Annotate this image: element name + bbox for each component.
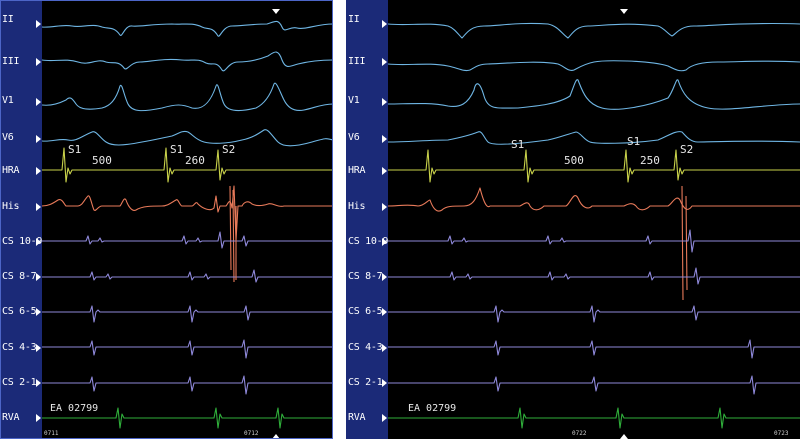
lead-label: HRA (348, 165, 366, 176)
lead-iii-trace (42, 51, 333, 72)
channel-arrow-icon[interactable] (382, 20, 387, 28)
channel-arrow-icon[interactable] (382, 414, 387, 422)
stim-label: S2 (680, 143, 694, 156)
right-tracing-panel[interactable]: II III V1 V6 HRA His CS 10-9 CS 8-7 CS 6… (346, 0, 800, 439)
channel-arrow-icon[interactable] (36, 238, 41, 246)
channel-arrow-icon[interactable] (36, 58, 41, 66)
lead-ii-trace (388, 22, 800, 39)
channel-arrow-icon[interactable] (36, 344, 41, 352)
lead-his-trace (42, 185, 333, 241)
channel-arrow-icon[interactable] (382, 58, 387, 66)
stim-label: S1 (511, 138, 525, 151)
lead-label: CS 4-3 (348, 342, 383, 353)
lead-cs109-trace (42, 231, 333, 249)
lead-label: RVA (2, 412, 20, 423)
lead-v1-trace (388, 79, 800, 110)
lead-label: CS 4-3 (2, 342, 37, 353)
channel-arrow-icon[interactable] (382, 308, 387, 316)
coupling-interval-label: 260 (185, 154, 205, 167)
stim-label: S1 (627, 135, 641, 148)
stim-label: S1 (68, 143, 82, 156)
left-tracing-panel[interactable]: II III V1 V6 HRA His CS 10-9 CS 8-7 CS 6… (0, 0, 333, 439)
lead-iii-trace (388, 60, 800, 72)
time-tick: 0723 (774, 430, 789, 437)
lead-label: CS 2-1 (2, 377, 37, 388)
lead-ii-trace (42, 20, 333, 37)
time-cursor-icon[interactable] (272, 434, 280, 439)
coupling-interval-label: 250 (640, 154, 660, 167)
channel-arrow-icon[interactable] (382, 135, 387, 143)
stim-label: S2 (222, 143, 236, 156)
lead-label-sidebar: II III V1 V6 HRA His CS 10-9 CS 8-7 CS 6… (0, 0, 42, 439)
lead-cs21-trace (42, 375, 333, 395)
lead-label: RVA (348, 412, 366, 423)
time-tick: 0711 (44, 430, 59, 437)
lead-cs109-trace (388, 229, 800, 253)
time-cursor-icon[interactable] (620, 9, 628, 14)
lead-label: V1 (2, 95, 14, 106)
lead-his-trace (388, 187, 800, 212)
ea-counter: EA 02799 (408, 403, 457, 414)
lead-label: CS 2-1 (348, 377, 383, 388)
lead-label: V6 (2, 132, 14, 143)
lead-cs65-trace (388, 305, 800, 323)
lead-label: II (2, 14, 14, 25)
channel-arrow-icon[interactable] (36, 20, 41, 28)
time-tick: 0712 (244, 430, 259, 437)
channel-arrow-icon[interactable] (382, 238, 387, 246)
channel-arrow-icon[interactable] (382, 379, 387, 387)
lead-v1-trace (42, 82, 333, 112)
lead-his-spike (681, 185, 688, 301)
channel-arrow-icon[interactable] (382, 203, 387, 211)
lead-label: CS 6-5 (348, 306, 383, 317)
lead-label: HRA (2, 165, 20, 176)
lead-cs21-trace (388, 375, 800, 395)
lead-label: His (2, 201, 20, 212)
channel-arrow-icon[interactable] (382, 98, 387, 106)
lead-label: V6 (348, 132, 360, 143)
lead-label: III (2, 56, 20, 67)
lead-cs87-trace (388, 267, 800, 285)
time-cursor-icon[interactable] (272, 9, 280, 14)
channel-arrow-icon[interactable] (36, 135, 41, 143)
channel-arrow-icon[interactable] (36, 98, 41, 106)
ecg-tracing-area[interactable] (42, 0, 333, 439)
lead-label: II (348, 14, 360, 25)
lead-cs43-trace (388, 339, 800, 359)
lead-v6-trace (388, 131, 800, 145)
lead-hra-trace (388, 149, 800, 183)
lead-cs87-trace (42, 269, 333, 283)
ecg-tracing-area[interactable] (388, 0, 800, 439)
channel-arrow-icon[interactable] (382, 344, 387, 352)
time-tick: 0722 (572, 430, 587, 437)
cycle-length-label: 500 (564, 154, 584, 167)
channel-arrow-icon[interactable] (36, 273, 41, 281)
channel-arrow-icon[interactable] (36, 167, 41, 175)
lead-cs43-trace (42, 339, 333, 359)
lead-label-sidebar: II III V1 V6 HRA His CS 10-9 CS 8-7 CS 6… (346, 0, 388, 439)
lead-label: His (348, 201, 366, 212)
channel-arrow-icon[interactable] (382, 167, 387, 175)
channel-arrow-icon[interactable] (382, 273, 387, 281)
cycle-length-label: 500 (92, 154, 112, 167)
lead-label: CS 8-7 (348, 271, 383, 282)
lead-cs65-trace (42, 305, 333, 323)
time-cursor-icon[interactable] (620, 434, 628, 439)
channel-arrow-icon[interactable] (36, 203, 41, 211)
lead-label: III (348, 56, 366, 67)
channel-arrow-icon[interactable] (36, 379, 41, 387)
lead-label: V1 (348, 95, 360, 106)
ea-counter: EA 02799 (50, 403, 99, 414)
channel-arrow-icon[interactable] (36, 414, 41, 422)
lead-v6-trace (42, 129, 333, 147)
channel-arrow-icon[interactable] (36, 308, 41, 316)
lead-his-spike (229, 185, 235, 283)
lead-label: CS 8-7 (2, 271, 37, 282)
stim-label: S1 (170, 143, 184, 156)
lead-label: CS 6-5 (2, 306, 37, 317)
